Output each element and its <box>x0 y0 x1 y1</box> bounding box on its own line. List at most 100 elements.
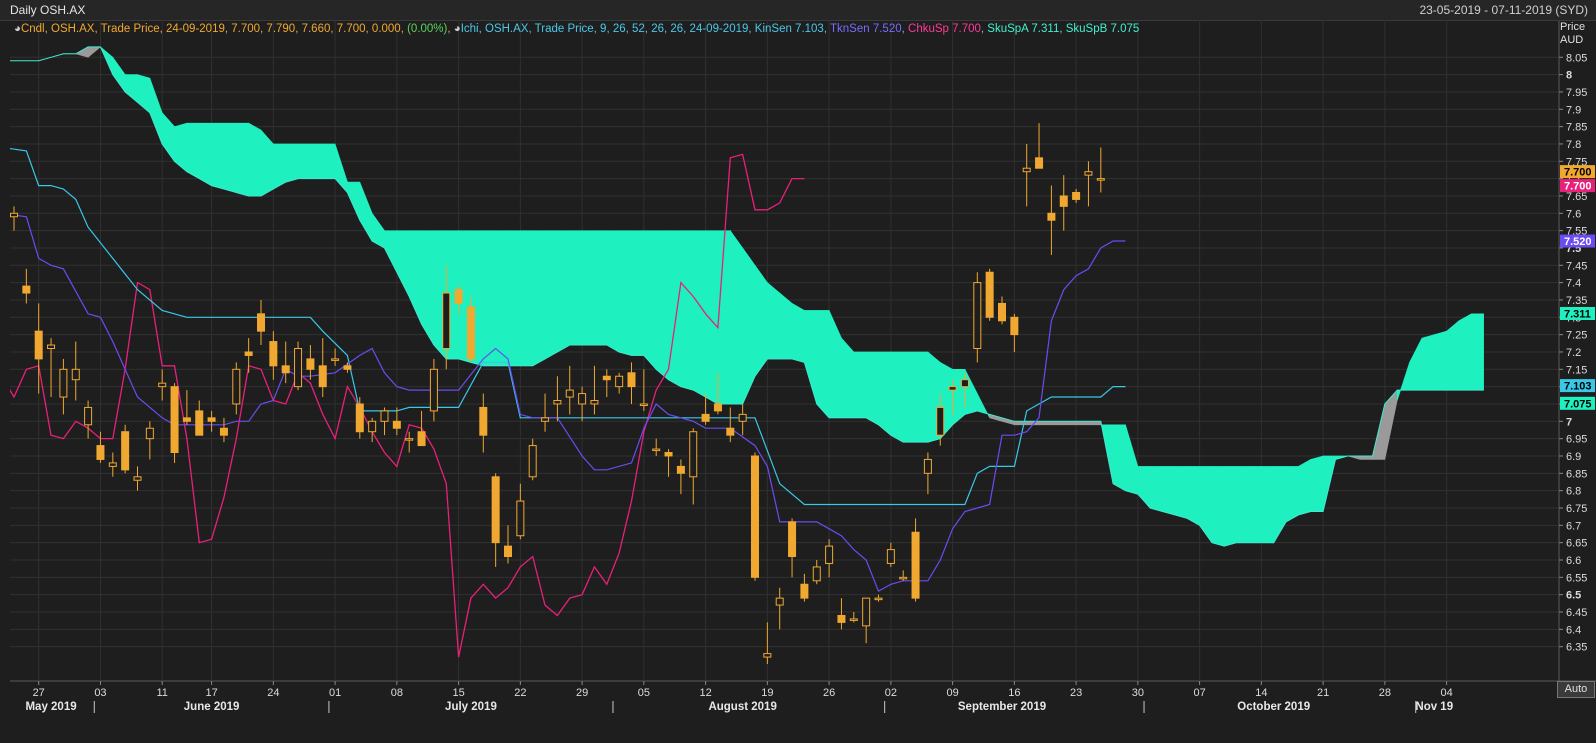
price-tick-label: 6.85 <box>1566 468 1587 480</box>
candle-legend-icon: ◕ <box>14 23 21 35</box>
time-tick-label: 26 <box>823 687 835 699</box>
cloud-segment-bullish <box>310 143 324 179</box>
cloud-segment-bullish <box>1211 466 1225 547</box>
cloud-segment-bullish <box>890 351 904 443</box>
price-tick-label: 8.05 <box>1566 52 1587 64</box>
senkou-legend: SkuSpA 7.311, SkuSpB 7.075 <box>987 23 1140 35</box>
cloud-segment-bullish <box>1261 466 1274 543</box>
candle-body-down <box>392 420 401 429</box>
candle-body-down <box>627 372 636 388</box>
candle-body-down <box>1072 191 1081 200</box>
candle[interactable] <box>973 272 982 363</box>
cloud-segment-bullish <box>532 230 546 367</box>
candle-body-down <box>306 358 315 370</box>
candle-body-down <box>1010 316 1019 336</box>
cloud-segment-bullish <box>865 351 879 426</box>
cloud-segment-bearish <box>1075 421 1089 426</box>
cloud-segment-bullish <box>791 302 805 363</box>
candle-body-down <box>343 365 352 370</box>
price-tick-label: 7 <box>1566 416 1572 428</box>
ichi-legend: Ichi, OSH.AX, Trade Price, 9, 26, 52, 26… <box>460 23 831 35</box>
time-tick-label: 22 <box>514 687 526 699</box>
candle-body-up <box>232 368 241 405</box>
candle-body-up <box>1096 178 1105 181</box>
candle-body-up <box>652 448 661 452</box>
time-tick-label: 09 <box>946 687 958 699</box>
cloud-segment-bullish <box>717 230 731 405</box>
candle-body-down <box>257 313 265 332</box>
cloud-segment-bullish <box>1149 466 1163 512</box>
price-label-text: 7.075 <box>1564 398 1592 410</box>
candle-body-down <box>837 614 846 623</box>
time-tick-label: 23 <box>1070 687 1082 699</box>
cloud-segment-bullish <box>1236 466 1250 543</box>
cloud-segment-bullish <box>915 351 929 443</box>
cloud-segment-bullish <box>198 122 212 187</box>
cloud-segment-bullish <box>754 264 768 378</box>
cloud-segment-bullish <box>816 310 830 419</box>
price-tick-label: 7.6 <box>1566 208 1581 220</box>
cloud-segment-bullish <box>1174 466 1188 519</box>
time-tick-label: 19 <box>761 687 773 699</box>
price-tick-label: 7.35 <box>1566 295 1587 307</box>
cloud-segment-bullish <box>668 230 682 388</box>
candle-body-up <box>825 545 834 564</box>
month-label: Nov 19 <box>1415 701 1453 713</box>
cloud-segment-bullish <box>1248 466 1262 543</box>
month-label: August 2019 <box>708 701 776 713</box>
cloud-segment-bullish <box>606 230 620 353</box>
candle-body-down <box>998 302 1006 322</box>
candle[interactable] <box>985 268 994 321</box>
candle-body-down <box>269 341 278 367</box>
cloud-segment-bullish <box>1112 424 1126 492</box>
candle-body-up <box>862 597 871 627</box>
cloud-segment-bullish <box>322 143 336 179</box>
cloud-segment-bullish <box>1446 320 1460 391</box>
candle[interactable] <box>121 424 130 474</box>
cloud-segment-bullish <box>655 230 669 381</box>
candle-body-up <box>429 368 438 412</box>
cloud-segment-bearish <box>1359 455 1373 460</box>
time-tick-label: 27 <box>33 687 45 699</box>
candle-body-up <box>874 597 883 601</box>
cloud-segment-bullish <box>902 351 916 443</box>
cloud-segment-bullish <box>1224 466 1237 547</box>
price-tick-label: 7.9 <box>1566 104 1581 116</box>
candle-body-up <box>1022 167 1031 173</box>
candle[interactable] <box>751 452 759 581</box>
cloud-segment-bullish <box>273 143 287 190</box>
time-tick-label: 28 <box>1379 687 1391 699</box>
cloud-segment-bullish <box>841 337 855 419</box>
price-tick-label: 6.8 <box>1566 486 1581 498</box>
candle[interactable] <box>294 341 303 391</box>
cloud-segment-bullish <box>1421 334 1435 391</box>
candle-body-up <box>516 500 525 537</box>
cloud-segment-bullish <box>767 281 781 360</box>
cloud-segment-bullish <box>1433 330 1447 391</box>
price-axis-title: Price <box>1560 21 1586 33</box>
candle-body-down <box>479 406 488 436</box>
candle-body-up <box>71 368 80 381</box>
candle-body-up <box>689 431 698 478</box>
candle-body-up <box>936 406 945 436</box>
price-value-label: 7.103 <box>1560 379 1595 393</box>
candle-body-up <box>380 410 389 422</box>
candle-body-up <box>331 358 340 361</box>
price-value-label: 7.700 <box>1560 179 1595 193</box>
candle[interactable] <box>170 383 179 463</box>
cloud-segment-bullish <box>557 230 571 353</box>
time-tick-label: 14 <box>1255 687 1267 699</box>
cloud-segment-bearish <box>1038 421 1052 426</box>
price-chart[interactable]: 6.35 6.4 6.45 6.5 6.55 6.6 6.65 6.7 6.75 6.8 6.85 6… <box>0 0 1596 743</box>
price-tick-label: 6.75 <box>1566 503 1587 515</box>
candle-change: (0.00%) <box>407 23 448 35</box>
auto-scale-button[interactable]: Auto <box>1557 681 1595 698</box>
candle-body-up <box>1084 171 1093 176</box>
candle-body-up <box>590 400 599 405</box>
candle-body-up <box>442 292 451 350</box>
cloud-segment-bullish <box>779 292 793 360</box>
candle-body-down <box>751 455 759 578</box>
candle-body-up <box>923 458 932 474</box>
candle-body-down <box>96 445 105 460</box>
candle-body-down <box>182 417 191 422</box>
